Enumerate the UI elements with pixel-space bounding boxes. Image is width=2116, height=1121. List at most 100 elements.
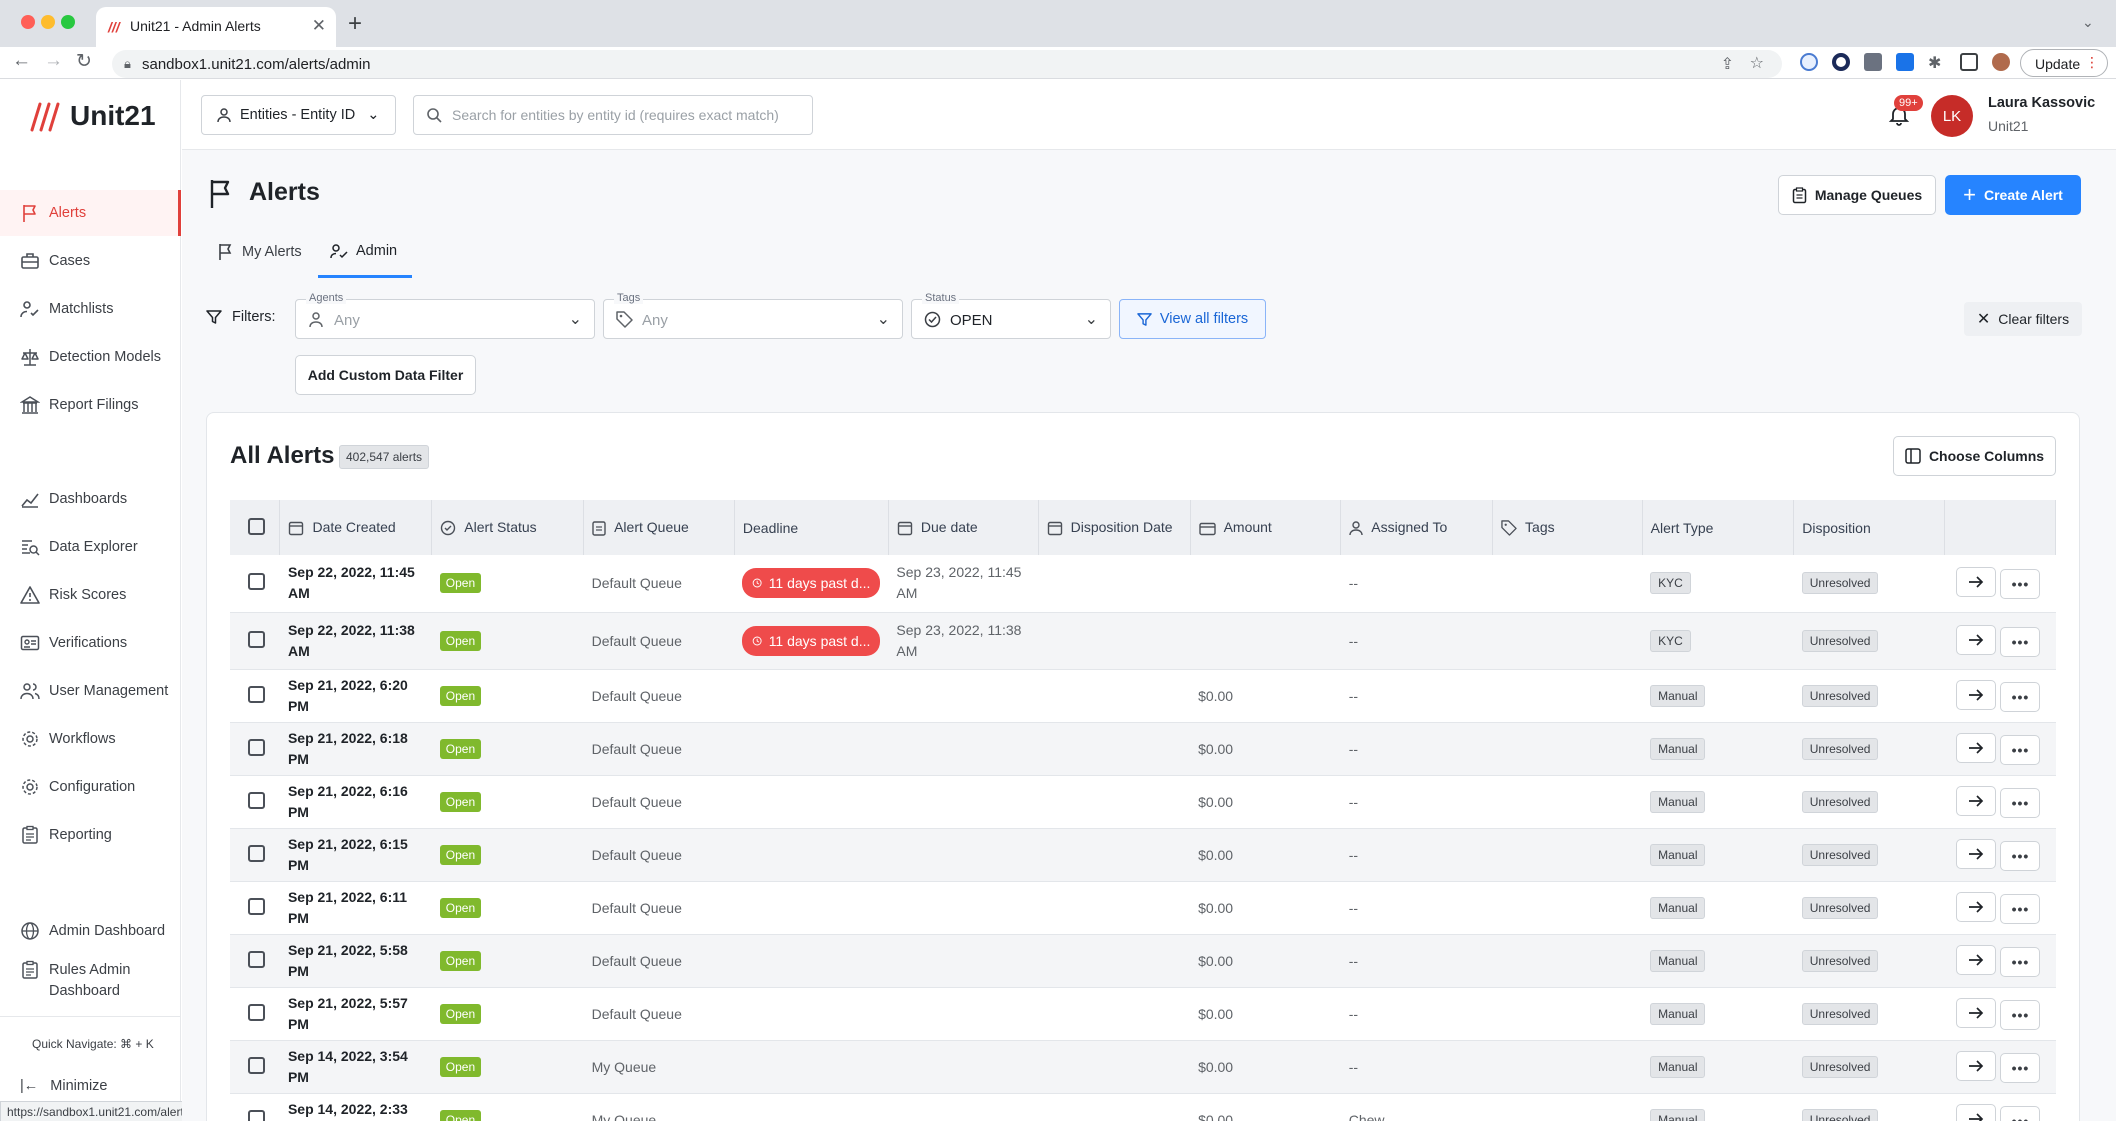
create-alert-button[interactable]: + Create Alert xyxy=(1945,175,2081,215)
clear-filters-button[interactable]: ✕ Clear filters xyxy=(1964,302,2082,336)
more-actions-button[interactable]: ••• xyxy=(2000,787,2041,818)
new-tab-button[interactable]: + xyxy=(348,10,362,38)
table-row[interactable]: Sep 21, 2022, 5:58 PM Open Default Queue $0… xyxy=(230,934,2056,987)
more-actions-button[interactable]: ••• xyxy=(2000,893,2041,924)
open-alert-button[interactable] xyxy=(1956,944,1997,975)
column-tags[interactable]: Tags xyxy=(1492,500,1643,555)
address-bar[interactable]: 🔒︎ sandbox1.unit21.com/alerts/admin ⇪ ☆ xyxy=(112,50,1782,78)
row-checkbox[interactable] xyxy=(248,573,265,591)
open-alert-button[interactable] xyxy=(1956,838,1997,869)
agents-filter-select[interactable]: Agents Any ⌄ xyxy=(295,292,595,339)
select-all-checkbox[interactable] xyxy=(248,517,265,535)
more-actions-button[interactable]: ••• xyxy=(2000,999,2041,1030)
profile-avatar[interactable] xyxy=(1992,53,2010,71)
sidebar-item-admin-dashboard[interactable]: Admin Dashboard xyxy=(0,908,181,954)
unit21-logo[interactable]: Unit21 xyxy=(26,100,156,132)
column-disposition[interactable]: Disposition xyxy=(1793,500,1945,555)
maximize-window-button[interactable] xyxy=(61,15,75,29)
minimize-sidebar-button[interactable]: |← Minimize xyxy=(20,1078,107,1094)
minimize-window-button[interactable] xyxy=(41,15,55,29)
column-disposition-date[interactable]: Disposition Date xyxy=(1038,500,1191,555)
open-alert-button[interactable] xyxy=(1956,785,1997,816)
sidebar-item-cases[interactable]: Cases xyxy=(0,238,181,284)
sidebar-item-data-explorer[interactable]: Data Explorer xyxy=(0,524,181,570)
open-alert-button[interactable] xyxy=(1956,1103,1997,1121)
choose-columns-button[interactable]: Choose Columns xyxy=(1893,436,2056,476)
back-arrow-icon[interactable]: ← xyxy=(12,50,31,72)
entity-type-selector[interactable]: Entities - Entity ID ⌄ xyxy=(201,95,396,135)
column-due-date[interactable]: Due date xyxy=(888,500,1039,555)
close-window-button[interactable] xyxy=(21,15,35,29)
tab-admin[interactable]: Admin xyxy=(330,243,397,259)
tab-my-alerts[interactable]: My Alerts xyxy=(218,243,302,261)
table-row[interactable]: Sep 22, 2022, 11:45 AM Open Default Queue 1… xyxy=(230,555,2056,612)
tags-filter-select[interactable]: Tags Any ⌄ xyxy=(603,292,903,339)
open-alert-button[interactable] xyxy=(1956,567,1997,598)
more-actions-button[interactable]: ••• xyxy=(2000,626,2041,657)
share-icon[interactable]: ⇪ xyxy=(1721,54,1734,74)
more-actions-button[interactable]: ••• xyxy=(2000,681,2041,712)
close-tab-icon[interactable]: ✕ xyxy=(312,16,326,36)
add-custom-data-filter-button[interactable]: Add Custom Data Filter xyxy=(295,355,476,395)
row-checkbox[interactable] xyxy=(248,844,265,862)
manage-queues-button[interactable]: Manage Queues xyxy=(1778,175,1936,215)
sidebar-item-verifications[interactable]: Verifications xyxy=(0,620,181,666)
sidebar-item-user-management[interactable]: User Management xyxy=(0,668,181,714)
sidebar-item-detection-models[interactable]: Detection Models xyxy=(0,334,181,380)
reload-icon[interactable]: ↻ xyxy=(76,50,92,73)
download-icon[interactable] xyxy=(1896,53,1914,71)
sidebar-item-report-filings[interactable]: Report Filings xyxy=(0,382,181,428)
row-checkbox[interactable] xyxy=(248,630,265,648)
row-checkbox[interactable] xyxy=(248,738,265,756)
table-row[interactable]: Sep 21, 2022, 6:16 PM Open Default Queue $0… xyxy=(230,775,2056,828)
column-deadline[interactable]: Deadline xyxy=(734,500,889,555)
open-alert-button[interactable] xyxy=(1956,997,1997,1028)
table-row[interactable]: Sep 14, 2022, 3:54 PM Open My Queue $0.00 --… xyxy=(230,1040,2056,1093)
view-all-filters-button[interactable]: View all filters xyxy=(1119,299,1266,339)
more-actions-button[interactable]: ••• xyxy=(2000,1105,2041,1121)
tab-list-chevron-icon[interactable]: ⌄ xyxy=(2082,14,2094,31)
row-checkbox[interactable] xyxy=(248,685,265,703)
status-filter-select[interactable]: Status OPEN ⌄ xyxy=(911,292,1111,339)
open-alert-button[interactable] xyxy=(1956,1050,1997,1081)
more-actions-button[interactable]: ••• xyxy=(2000,946,2041,977)
open-alert-button[interactable] xyxy=(1956,891,1997,922)
table-row[interactable]: Sep 21, 2022, 6:11 PM Open Default Queue $0… xyxy=(230,881,2056,934)
more-actions-button[interactable]: ••• xyxy=(2000,1052,2041,1083)
update-browser-button[interactable]: Update ⋮ xyxy=(2020,49,2108,77)
row-checkbox[interactable] xyxy=(248,1056,265,1074)
browser-tab[interactable]: /// Unit21 - Admin Alerts ✕ xyxy=(96,7,336,47)
puzzle-icon[interactable]: ✱ xyxy=(1928,53,1946,72)
table-row[interactable]: Sep 21, 2022, 6:18 PM Open Default Queue $0… xyxy=(230,722,2056,775)
user-avatar[interactable]: LK xyxy=(1931,95,1973,137)
open-alert-button[interactable] xyxy=(1956,679,1997,710)
extension-icon[interactable] xyxy=(1800,53,1818,71)
extension-icon[interactable] xyxy=(1832,53,1850,71)
row-checkbox[interactable] xyxy=(248,897,265,915)
more-actions-button[interactable]: ••• xyxy=(2000,840,2041,871)
row-checkbox[interactable] xyxy=(248,791,265,809)
extension-icon[interactable] xyxy=(1864,53,1882,71)
sidebar-item-matchlists[interactable]: Matchlists xyxy=(0,286,181,332)
open-alert-button[interactable] xyxy=(1956,732,1997,763)
row-checkbox[interactable] xyxy=(248,1109,265,1121)
table-row[interactable]: Sep 22, 2022, 11:38 AM Open Default Queue 1… xyxy=(230,612,2056,669)
sidebar-item-rules-admin-dashboard[interactable]: Rules Admin Dashboard xyxy=(0,960,181,1010)
more-actions-button[interactable]: ••• xyxy=(2000,569,2041,600)
sidebar-item-dashboards[interactable]: Dashboards xyxy=(0,476,181,522)
column-assigned-to[interactable]: Assigned To xyxy=(1340,500,1494,555)
sidebar-item-configuration[interactable]: Configuration xyxy=(0,764,181,810)
row-checkbox[interactable] xyxy=(248,950,265,968)
table-row[interactable]: Sep 21, 2022, 6:20 PM Open Default Queue $0… xyxy=(230,669,2056,722)
more-actions-button[interactable]: ••• xyxy=(2000,734,2041,765)
side-panel-icon[interactable] xyxy=(1960,53,1978,71)
table-row[interactable]: Sep 21, 2022, 6:15 PM Open Default Queue $0… xyxy=(230,828,2056,881)
forward-arrow-icon[interactable]: → xyxy=(44,50,63,72)
column-alert-type[interactable]: Alert Type xyxy=(1642,500,1795,555)
table-row[interactable]: Sep 21, 2022, 5:57 PM Open Default Queue $0… xyxy=(230,987,2056,1040)
sidebar-item-alerts[interactable]: Alerts xyxy=(0,190,181,236)
table-row[interactable]: Sep 14, 2022, 2:33 PM Open My Queue $0.00 Ch… xyxy=(230,1093,2056,1121)
column-alert-status[interactable]: Alert Status xyxy=(431,500,585,555)
sidebar-item-risk-scores[interactable]: Risk Scores xyxy=(0,572,181,618)
row-checkbox[interactable] xyxy=(248,1003,265,1021)
